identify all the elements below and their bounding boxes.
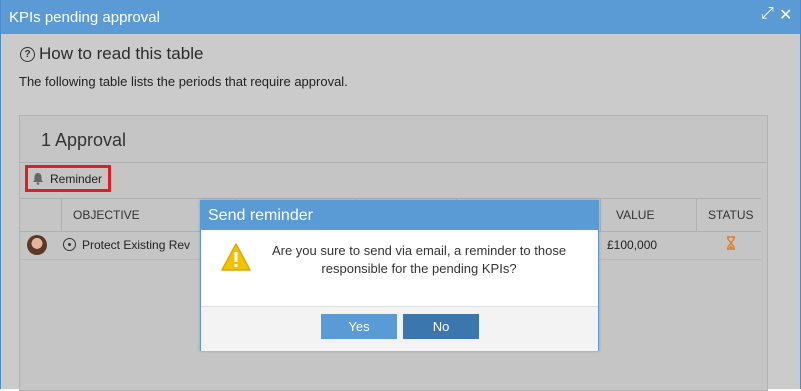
column-divider [600,199,601,231]
maximize-icon[interactable]: ⤢ [761,5,774,23]
no-button[interactable]: No [403,314,479,339]
panel-divider [20,162,767,163]
dialog-titlebar: Send reminder [201,201,598,230]
help-icon: ? [20,46,35,62]
bell-icon [33,173,43,185]
target-icon [63,238,76,251]
yes-button[interactable]: Yes [321,314,397,339]
reminder-button[interactable]: Reminder [25,165,111,192]
dialog-footer: Yes No [201,306,598,351]
close-icon[interactable]: ✕ [779,5,792,25]
dialog-message: Are you sure to send via email, a remind… [271,243,567,276]
dialog-title: Send reminder [208,207,313,224]
hourglass-icon [727,236,735,250]
avatar [27,235,47,255]
how-to-read-label: How to read this table [39,44,204,63]
value-cell: £100,000 [607,238,658,252]
column-divider [61,199,62,231]
column-objective[interactable]: OBJECTIVE [73,208,140,222]
window-titlebar: KPIs pending approval ⤢ ✕ [1,0,800,34]
dialog-body: Are you sure to send via email, a remind… [201,230,598,306]
warning-icon [221,243,251,271]
reminder-label: Reminder [50,171,103,186]
column-status[interactable]: STATUS [708,208,754,222]
objective-cell[interactable]: Protect Existing Rev [82,238,190,252]
page-description: The following table lists the periods th… [19,74,348,89]
how-to-read-link[interactable]: ? How to read this table [20,44,203,64]
column-value[interactable]: VALUE [616,208,654,222]
panel-title: 1 Approval [41,130,127,150]
window-title: KPIs pending approval [9,9,160,26]
send-reminder-dialog: Send reminder Are you sure to send via e… [200,200,599,351]
column-divider [696,199,697,231]
